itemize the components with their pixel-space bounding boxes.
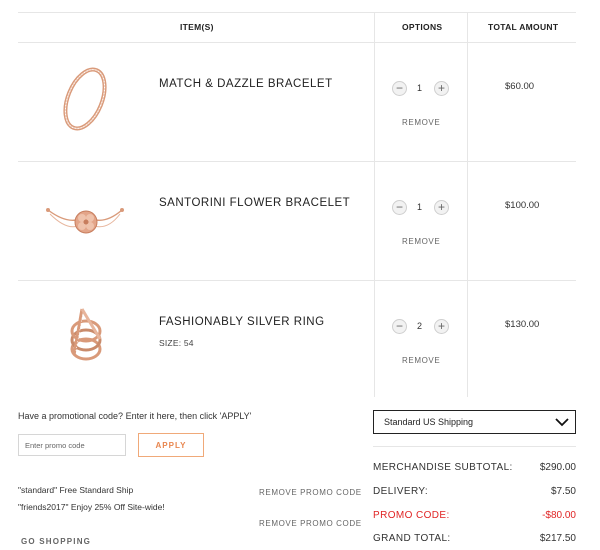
item-total-price: $100.00 xyxy=(505,200,540,211)
cart-item-row: MATCH & DAZZLE BRACELET − 1 + REMOVE $60… xyxy=(18,43,576,162)
increase-quantity-button[interactable]: + xyxy=(434,319,449,334)
header-total-amount: TOTAL AMOUNT xyxy=(488,22,559,32)
grand-total-value: $217.50 xyxy=(539,533,576,544)
summary-divider xyxy=(373,446,576,447)
shipping-method-select[interactable]: Standard US Shipping xyxy=(373,410,576,434)
applied-promo-code: "friends2017" Enjoy 25% Off Site-wide! xyxy=(18,502,165,512)
quantity-stepper: − 1 + xyxy=(392,200,452,216)
delivery-value: $7.50 xyxy=(550,486,576,497)
remove-item-link[interactable]: REMOVE xyxy=(402,237,440,246)
remove-item-link[interactable]: REMOVE xyxy=(402,118,440,127)
apply-promo-button[interactable]: APPLY xyxy=(138,433,204,457)
header-items: ITEM(S) xyxy=(180,22,214,32)
stacked-ring-image[interactable] xyxy=(44,295,126,377)
header-options: OPTIONS xyxy=(402,22,443,32)
go-shopping-link[interactable]: GO SHOPPING xyxy=(21,537,91,546)
quantity-stepper: − 2 + xyxy=(392,319,452,335)
increase-quantity-button[interactable]: + xyxy=(434,81,449,96)
promo-code-prompt: Have a promotional code? Enter it here, … xyxy=(18,411,252,421)
product-name[interactable]: MATCH & DAZZLE BRACELET xyxy=(159,78,333,90)
cart-item-row: SANTORINI FLOWER BRACELET − 1 + REMOVE $… xyxy=(18,162,576,281)
decrease-quantity-button[interactable]: − xyxy=(392,200,407,215)
product-size: SIZE: 54 xyxy=(159,338,194,348)
decrease-quantity-button[interactable]: − xyxy=(392,319,407,334)
flower-bracelet-image[interactable] xyxy=(44,176,126,258)
cart-item-row: FASHIONABLY SILVER RING SIZE: 54 − 2 + R… xyxy=(18,281,576,400)
increase-quantity-button[interactable]: + xyxy=(434,200,449,215)
promo-code-input[interactable] xyxy=(18,434,126,456)
remove-promo-code-link[interactable]: REMOVE PROMO CODE xyxy=(259,519,362,528)
decrease-quantity-button[interactable]: − xyxy=(392,81,407,96)
remove-item-link[interactable]: REMOVE xyxy=(402,356,440,365)
delivery-label: DELIVERY: xyxy=(373,486,429,497)
item-total-price: $130.00 xyxy=(505,319,540,330)
item-total-price: $60.00 xyxy=(505,81,535,92)
promo-discount-value: -$80.00 xyxy=(542,510,576,521)
quantity-stepper: − 1 + xyxy=(392,81,452,97)
chevron-down-icon xyxy=(555,418,569,427)
product-name[interactable]: SANTORINI FLOWER BRACELET xyxy=(159,197,350,209)
table-header: ITEM(S) OPTIONS TOTAL AMOUNT xyxy=(18,12,576,43)
bangle-bracelet-image[interactable] xyxy=(44,57,126,139)
product-name[interactable]: FASHIONABLY SILVER RING xyxy=(159,316,325,328)
quantity-value: 2 xyxy=(417,321,423,331)
quantity-value: 1 xyxy=(417,202,423,212)
subtotal-value: $290.00 xyxy=(539,462,576,473)
shipping-method-value: Standard US Shipping xyxy=(384,417,474,427)
promo-discount-label: PROMO CODE: xyxy=(373,510,450,521)
subtotal-label: MERCHANDISE SUBTOTAL: xyxy=(373,462,513,473)
applied-promo-code: "standard" Free Standard Ship xyxy=(18,485,134,495)
quantity-value: 1 xyxy=(417,83,423,93)
remove-promo-code-link[interactable]: REMOVE PROMO CODE xyxy=(259,488,362,497)
grand-total-label: GRAND TOTAL: xyxy=(373,533,451,544)
